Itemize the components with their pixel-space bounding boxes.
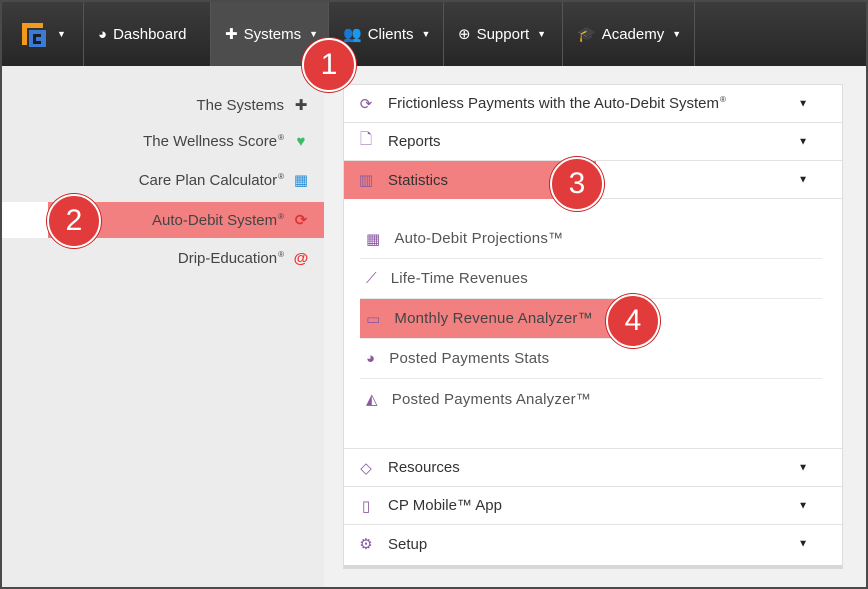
file-icon: 🗋 <box>359 131 373 148</box>
caret-down-icon: ▼ <box>798 98 808 109</box>
sidebar: The Systems ✚ The Wellness Score® ♥ Care… <box>2 66 324 587</box>
section-frictionless-payments[interactable]: ⟳ Frictionless Payments with the Auto-De… <box>344 85 842 123</box>
area-chart-icon: ◭ <box>366 391 378 408</box>
section-label: CP Mobile™ App <box>388 497 502 514</box>
heart-pulse-icon: ♥ <box>296 132 306 150</box>
nav-academy-label: Academy <box>601 25 665 43</box>
section-label: Statistics <box>388 171 449 189</box>
section-setup[interactable]: ⚙ Setup ▼ <box>344 525 842 563</box>
app-frame: ▼ ◕ Dashboard ✚ Systems ▼ 👥 Clients ▼ ⊕ … <box>2 2 866 587</box>
section-resources[interactable]: ◇ Resources ▼ <box>344 449 842 487</box>
section-label: Frictionless Payments with the Auto-Debi… <box>388 95 726 112</box>
caret-down-icon: ▼ <box>798 174 808 185</box>
mobile-icon: ▯ <box>361 497 371 515</box>
chevron-down-icon: ▼ <box>672 29 682 39</box>
step-badge-3: 3 <box>550 157 604 211</box>
step-badge-1: 1 <box>302 38 356 92</box>
sidebar-item-label: Care Plan Calculator® <box>138 171 284 189</box>
logo-menu[interactable]: ▼ <box>2 2 84 66</box>
graduation-cap-icon: 🎓 <box>577 26 596 43</box>
chevron-down-icon: ▼ <box>421 29 431 39</box>
pie-chart-icon: ◕ <box>366 350 376 367</box>
app-logo-icon <box>22 23 47 47</box>
dashboard-icon: ◕ <box>98 25 108 43</box>
caret-down-icon: ▼ <box>798 500 808 511</box>
puzzle-icon: ✚ <box>225 26 238 43</box>
menu-item-label: Posted Payments Analyzer™ <box>391 390 592 408</box>
bar-chart-icon: ▥ <box>358 172 374 189</box>
users-icon: 👥 <box>343 26 362 43</box>
menu-item-label: Auto-Debit Projections™ <box>394 230 564 247</box>
caret-down-icon: ▼ <box>798 538 808 550</box>
calendar-icon: ▦ <box>366 230 381 248</box>
at-icon: @ <box>293 249 309 267</box>
sidebar-item-the-systems[interactable]: The Systems ✚ <box>196 87 310 123</box>
puzzle-icon: ✚ <box>294 97 308 114</box>
caret-down-icon: ▼ <box>798 462 808 473</box>
menu-auto-debit-projections[interactable]: ▦ Auto-Debit Projections™ <box>360 219 822 259</box>
section-label: Setup <box>388 535 428 553</box>
section-cp-mobile-app[interactable]: ▯ CP Mobile™ App ▼ <box>344 487 842 525</box>
chevron-down-icon: ▼ <box>309 29 319 39</box>
section-reports[interactable]: 🗋 Reports ▼ <box>344 123 842 161</box>
sidebar-item-label: The Systems <box>196 96 284 114</box>
menu-item-label: Life-Time Revenues <box>390 270 528 287</box>
line-chart-icon: ⟋ <box>366 270 377 287</box>
menu-monthly-revenue-analyzer[interactable]: ▭ Monthly Revenue Analyzer™ <box>360 299 622 339</box>
sidebar-item-wellness-score[interactable]: The Wellness Score® ♥ <box>143 123 310 159</box>
chevron-down-icon: ▼ <box>57 29 66 39</box>
step-badge-4: 4 <box>606 294 660 348</box>
sidebar-item-label: Drip-Education® <box>177 249 284 267</box>
systems-panel: ⟳ Frictionless Payments with the Auto-De… <box>343 84 843 569</box>
diamond-icon: ◇ <box>360 459 372 477</box>
nav-academy[interactable]: 🎓 Academy ▼ <box>563 2 695 66</box>
menu-posted-payments-analyzer[interactable]: ◭ Posted Payments Analyzer™ <box>360 379 822 419</box>
sidebar-item-care-plan-calculator[interactable]: Care Plan Calculator® ▦ <box>139 162 310 198</box>
calculator-icon: ▦ <box>293 172 309 189</box>
statistics-submenu: ▦ Auto-Debit Projections™ ⟋ Life-Time Re… <box>344 199 842 449</box>
chevron-down-icon: ▼ <box>537 29 547 39</box>
menu-life-time-revenues[interactable]: ⟋ Life-Time Revenues <box>360 259 822 299</box>
sidebar-item-drip-education[interactable]: Drip-Education® @ <box>178 240 310 276</box>
nav-dashboard-label: Dashboard <box>113 25 187 43</box>
step-badge-2: 2 <box>47 194 101 248</box>
refresh-icon: ⟳ <box>294 212 308 229</box>
nav-support-label: Support <box>476 25 530 43</box>
calendar-o-icon: ▭ <box>366 310 381 328</box>
gears-icon: ⚙ <box>359 536 373 553</box>
caret-down-icon: ▼ <box>798 136 808 147</box>
section-label: Reports <box>388 133 441 150</box>
nav-clients-label: Clients <box>367 25 414 43</box>
menu-item-label: Posted Payments Stats <box>389 350 550 367</box>
menu-item-label: Monthly Revenue Analyzer™ <box>394 310 593 327</box>
nav-support[interactable]: ⊕ Support ▼ <box>444 2 563 66</box>
sidebar-item-label: The Wellness Score® <box>143 132 284 150</box>
sidebar-item-label: Auto-Debit System® <box>152 211 284 229</box>
refresh-icon: ⟳ <box>359 95 373 113</box>
menu-posted-payments-stats[interactable]: ◕ Posted Payments Stats <box>360 339 822 379</box>
nav-dashboard[interactable]: ◕ Dashboard <box>84 2 211 66</box>
nav-systems-label: Systems <box>243 25 302 43</box>
lifebuoy-icon: ⊕ <box>458 26 471 43</box>
top-navbar: ▼ ◕ Dashboard ✚ Systems ▼ 👥 Clients ▼ ⊕ … <box>2 2 866 66</box>
section-label: Resources <box>388 459 460 476</box>
